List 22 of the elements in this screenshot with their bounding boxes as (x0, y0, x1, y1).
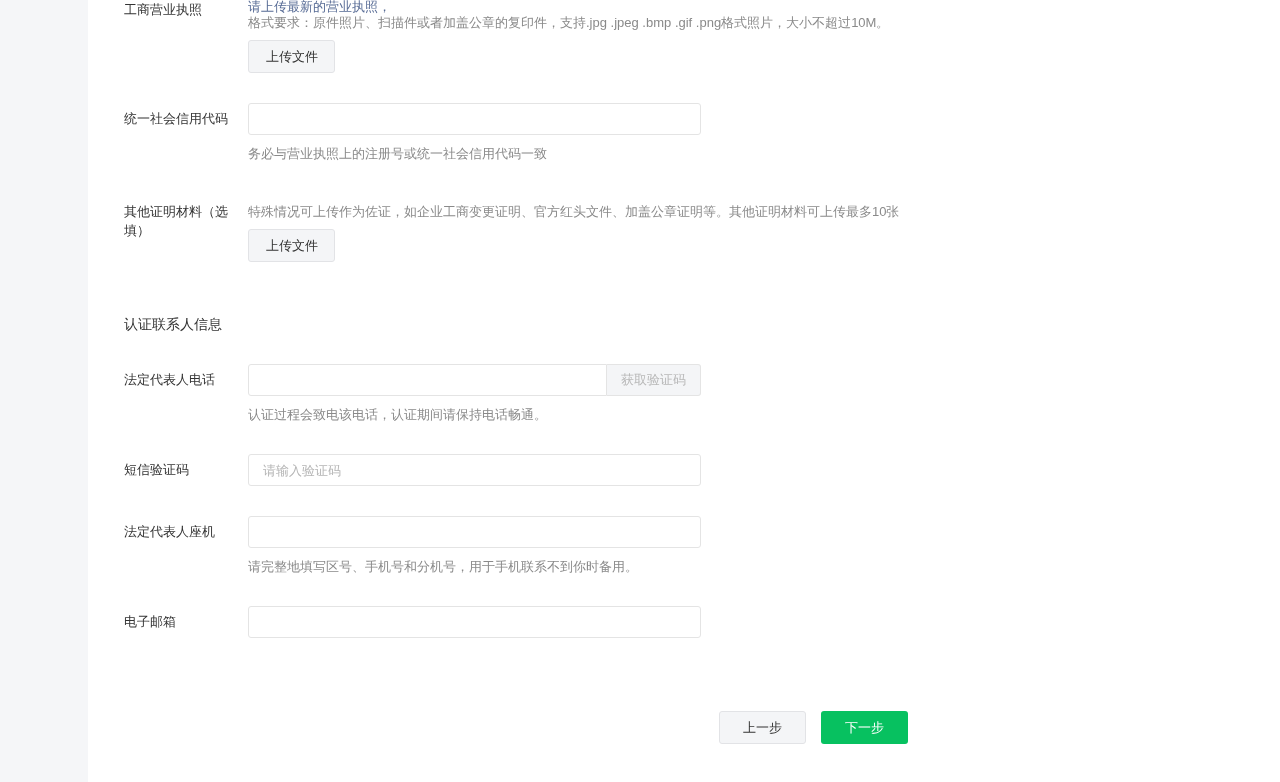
field-label: 工商营业执照 (124, 1, 203, 19)
upload-button[interactable]: 上传文件 (248, 229, 335, 262)
notice-text: 请上传最新的营业执照， (248, 0, 391, 13)
input-field[interactable] (248, 103, 701, 135)
field-label: 法定代表人电话 (124, 371, 216, 389)
upload-button[interactable]: 上传文件 (248, 40, 335, 73)
hint-text: 务必与营业执照上的注册号或统一社会信用代码一致 (248, 145, 547, 163)
hint-text: 格式要求：原件照片、扫描件或者加盖公章的复印件，支持.jpg .jpeg .bmp .gif .png格式照片，大小不超过10M。 (248, 14, 890, 32)
hint-text: 请完整地填写区号、手机号和分机号，用于手机联系不到你时备用。 (248, 558, 638, 576)
input-field[interactable] (248, 364, 607, 396)
hint-text: 认证过程会致电该电话，认证期间请保持电话畅通。 (248, 406, 547, 424)
hint-text: 特殊情况可上传作为佐证，如企业工商变更证明、官方红头文件、加盖公章证明等。其他证明材料可上传最多10张 (248, 203, 900, 221)
field-label: 统一社会信用代码 (124, 110, 229, 128)
field-label: 其他证明材料（选填） (124, 203, 229, 240)
input-field[interactable] (248, 606, 701, 638)
field-label: 法定代表人座机 (124, 523, 216, 541)
back-button[interactable]: 上一步 (719, 711, 806, 744)
field-label: 电子邮箱 (124, 613, 177, 631)
section-title: 认证联系人信息 (124, 315, 222, 334)
input-field[interactable] (248, 516, 701, 548)
field-label: 短信验证码 (124, 461, 190, 479)
input-field[interactable]: 请输入验证码 (248, 454, 701, 486)
